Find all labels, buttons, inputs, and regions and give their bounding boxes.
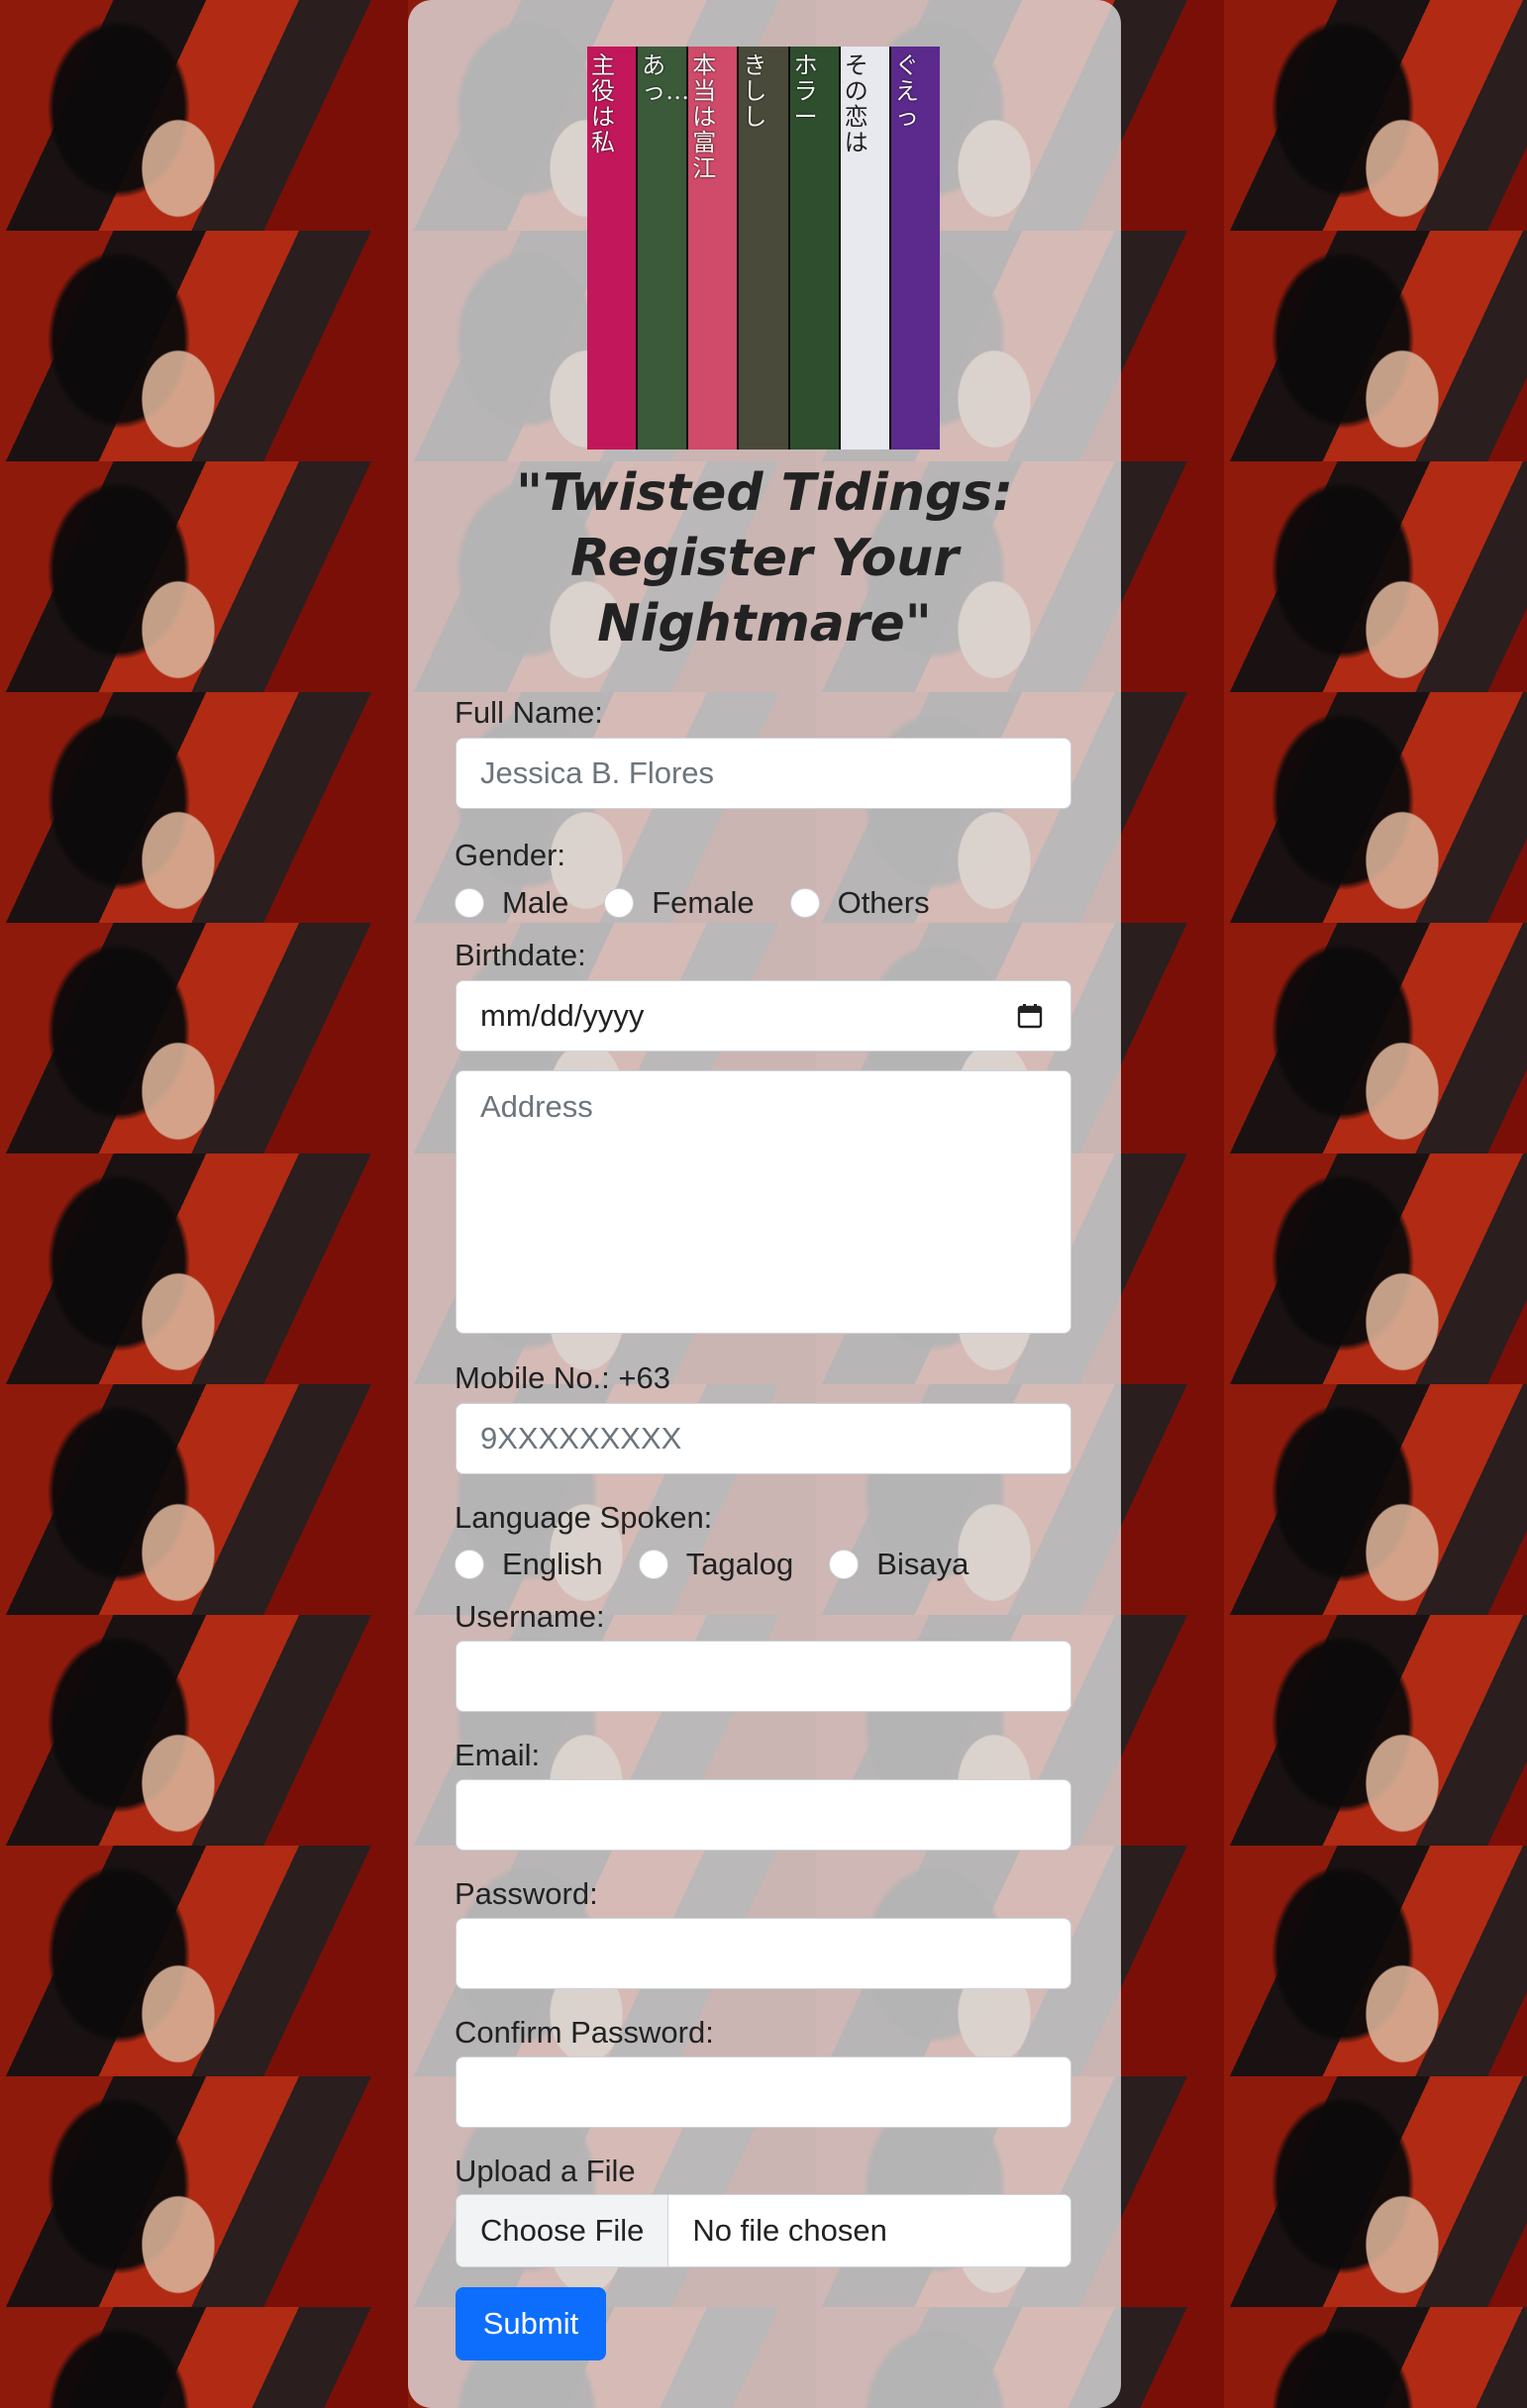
address-textarea[interactable]: Address xyxy=(456,1070,1071,1334)
language-tagalog-radio[interactable]: Tagalog xyxy=(638,1547,794,1582)
gender-male-radio[interactable]: Male xyxy=(455,885,568,921)
radio-label: English xyxy=(502,1547,603,1581)
radio-circle[interactable] xyxy=(455,1550,484,1579)
address-placeholder: Address xyxy=(480,1089,593,1124)
language-english-radio[interactable]: English xyxy=(455,1547,603,1582)
gender-others-radio[interactable]: Others xyxy=(789,885,930,921)
radio-circle[interactable] xyxy=(829,1550,860,1579)
radio-label: Others xyxy=(837,885,930,920)
username-input[interactable] xyxy=(456,1641,1071,1712)
manga-collage-image: 主役は私 あっ… 本当は富江 きしし ホラー その恋は ぐえっ xyxy=(587,47,940,450)
username-label: Username: xyxy=(455,1599,605,1634)
birthdate-placeholder: mm/dd/yyyy xyxy=(480,998,645,1033)
file-upload-input[interactable]: Choose File No file chosen xyxy=(456,2194,1071,2267)
language-label: Language Spoken: xyxy=(455,1500,713,1535)
birthdate-label: Birthdate: xyxy=(455,938,586,972)
full-name-label: Full Name: xyxy=(455,695,603,730)
poster-strip: 本当は富江 xyxy=(688,47,740,450)
password-label: Password: xyxy=(455,1876,598,1911)
gender-label: Gender: xyxy=(455,838,566,872)
email-label: Email: xyxy=(455,1738,541,1772)
radio-circle[interactable] xyxy=(604,888,635,918)
mobile-input[interactable]: 9XXXXXXXXX xyxy=(456,1403,1071,1474)
full-name-placeholder: Jessica B. Flores xyxy=(480,755,715,790)
file-status-text: No file chosen xyxy=(692,2213,887,2248)
email-input[interactable] xyxy=(456,1779,1071,1851)
gender-radio-group: Male Female Others xyxy=(455,885,966,921)
radio-circle[interactable] xyxy=(638,1550,668,1579)
upload-label: Upload a File xyxy=(455,2154,636,2188)
radio-label: Female xyxy=(652,885,755,920)
radio-circle[interactable] xyxy=(789,888,820,918)
mobile-placeholder: 9XXXXXXXXX xyxy=(480,1421,682,1455)
page-title: "Twisted Tidings: Register Your Nightmar… xyxy=(516,463,1013,653)
confirm-password-label: Confirm Password: xyxy=(455,2015,714,2050)
full-name-input[interactable]: Jessica B. Flores xyxy=(456,738,1071,809)
birthdate-input[interactable]: mm/dd/yyyy xyxy=(456,980,1071,1052)
gender-female-radio[interactable]: Female xyxy=(604,885,755,921)
poster-strip: その恋は xyxy=(840,47,891,450)
confirm-password-input[interactable] xyxy=(456,2057,1071,2128)
radio-label: Bisaya xyxy=(876,1547,969,1581)
radio-label: Male xyxy=(502,885,569,920)
poster-strip: あっ… xyxy=(638,47,689,450)
poster-strip: 主役は私 xyxy=(587,47,639,450)
language-radio-group: English Tagalog Bisaya xyxy=(455,1547,1004,1582)
poster-strip: ホラー xyxy=(789,47,841,450)
poster-strip: ぐえっ xyxy=(890,47,940,450)
radio-label: Tagalog xyxy=(685,1547,794,1581)
language-bisaya-radio[interactable]: Bisaya xyxy=(829,1547,968,1582)
choose-file-button[interactable]: Choose File xyxy=(457,2195,669,2266)
poster-strip: きしし xyxy=(739,47,790,450)
submit-button[interactable]: Submit xyxy=(456,2287,606,2360)
radio-circle[interactable] xyxy=(455,888,484,918)
calendar-icon[interactable] xyxy=(1017,1003,1043,1029)
password-input[interactable] xyxy=(456,1918,1071,1989)
mobile-label: Mobile No.: +63 xyxy=(455,1360,670,1395)
